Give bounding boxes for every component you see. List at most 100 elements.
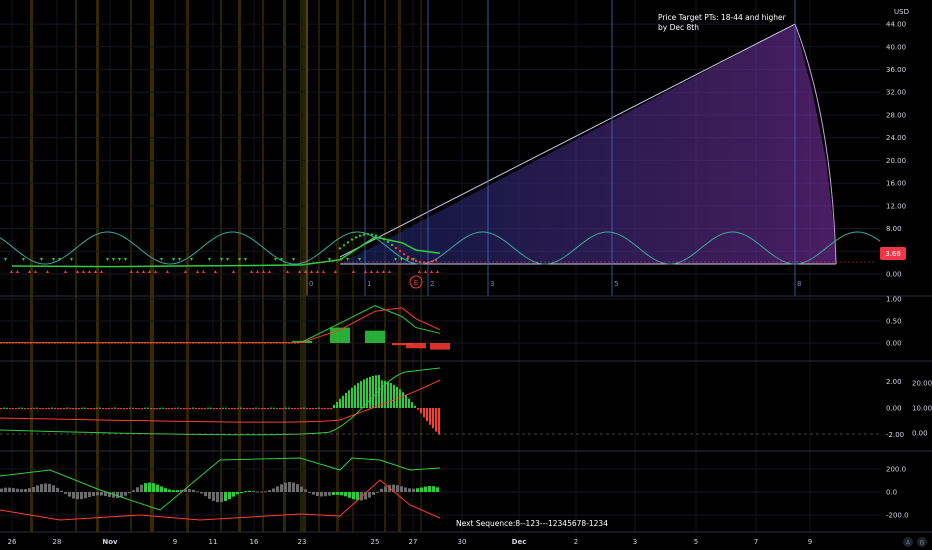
sequence-histogram-bar [324, 492, 327, 497]
sequence-histogram-bar [280, 484, 283, 492]
momentum-histogram-bar [324, 408, 326, 410]
time-tick-label: Nov [102, 538, 118, 546]
momentum-histogram-bar [291, 408, 293, 410]
momentum-histogram-bar [321, 407, 323, 410]
sequence-histogram-bar [256, 491, 259, 493]
momentum-histogram-bar [330, 408, 332, 410]
signal-marker [434, 258, 438, 262]
sequence-histogram-bar [208, 492, 211, 499]
signal-marker [398, 249, 402, 253]
momentum-histogram-bar [204, 408, 206, 410]
sequence-histogram-bar [24, 489, 27, 492]
momentum-histogram-bar [288, 407, 290, 409]
momentum-histogram-bar [108, 408, 110, 410]
momentum-histogram-bar [156, 408, 158, 410]
signal-marker [406, 255, 410, 259]
sequence-histogram-bar [340, 492, 343, 496]
chart-canvas[interactable]: 012358 E Price Target PTs: 18-44 and hig… [0, 0, 932, 550]
momentum-histogram-bar [363, 379, 365, 408]
price-tick-label: 8.00 [886, 225, 902, 233]
momentum-histogram-bar [63, 407, 65, 410]
sequence-histogram-bar [264, 491, 267, 493]
sequence-histogram-bar [384, 486, 387, 492]
momentum-histogram-bar [21, 407, 23, 409]
momentum-histogram-bar [123, 408, 125, 410]
momentum-histogram-bar [114, 407, 116, 409]
momentum-histogram-bar [90, 408, 92, 410]
sequence-histogram-bar [124, 492, 127, 496]
momentum-histogram-bar [273, 407, 275, 409]
price-tick-label: 16.00 [886, 180, 906, 188]
momentum-histogram-bar [318, 407, 320, 409]
cycle-label: 0 [309, 280, 313, 288]
momentum-histogram-bar [243, 407, 245, 410]
momentum-right-tick-label: 10.00 [912, 405, 932, 413]
momentum-histogram-bar [258, 407, 260, 410]
sequence-histogram-bar [304, 489, 307, 492]
momentum-histogram-bar [351, 387, 353, 408]
momentum-histogram-bar [192, 407, 194, 409]
sequence-histogram-bar [276, 486, 279, 492]
sequence-histogram-bar [96, 492, 99, 496]
time-tick-label: 2 [574, 538, 578, 546]
signal-marker [358, 234, 362, 237]
momentum-right-tick-label: 20.00 [912, 380, 932, 388]
scale-button-b[interactable]: B [917, 537, 927, 547]
momentum-tick-label: -2.00 [886, 431, 904, 439]
momentum-histogram-bar [387, 381, 389, 408]
sequence-histogram-bar [76, 492, 79, 500]
signal-marker [370, 233, 374, 236]
currency-label: USD [894, 8, 909, 16]
momentum-histogram-bar [252, 407, 254, 410]
sequence-histogram-bar [80, 492, 83, 500]
sequence-histogram-bar [308, 492, 311, 493]
momentum-histogram-bar [276, 408, 278, 410]
momentum-histogram-bar [69, 407, 71, 409]
momentum-histogram-bar [99, 407, 101, 409]
momentum-histogram-bar [300, 407, 302, 409]
momentum-histogram-bar [84, 407, 86, 409]
price-tick-label: 40.00 [886, 43, 906, 51]
price-tick-label: 0.00 [886, 271, 902, 279]
momentum-histogram-bar [285, 407, 287, 409]
momentum-histogram-bar [102, 407, 104, 410]
momentum-histogram-bar [333, 404, 335, 408]
sequence-tick-label: 200.0 [886, 466, 906, 474]
momentum-histogram-bar [417, 408, 419, 410]
momentum-histogram-bar [210, 407, 212, 409]
momentum-histogram-bar [345, 392, 347, 408]
sequence-histogram-bar [252, 490, 255, 492]
sequence-histogram-bar [260, 491, 263, 493]
momentum-histogram-bar [180, 407, 182, 410]
sequence-histogram-bar [140, 484, 143, 492]
sequence-histogram-bar [132, 490, 135, 492]
scale-button-auto[interactable]: A [903, 537, 913, 547]
sequence-histogram-bar [248, 490, 251, 492]
sequence-histogram-bar [312, 492, 315, 495]
price-target-note-line-1: Price Target PTs: 18-44 and higher [658, 13, 787, 22]
momentum-histogram-bar [432, 408, 434, 429]
signal-marker [366, 233, 370, 236]
momentum-histogram-bar [27, 408, 29, 410]
momentum-histogram-bar [75, 408, 77, 410]
signal-marker [346, 241, 350, 244]
sequence-histogram-bar [92, 492, 95, 497]
sequence-tick-label: 0.0 [886, 489, 897, 497]
signal-marker [338, 247, 342, 250]
sequence-histogram-bar [144, 483, 147, 492]
highlight-band [420, 0, 422, 532]
price-tick-label: 20.00 [886, 157, 906, 165]
momentum-histogram-bar [354, 385, 356, 408]
sequence-histogram-bar [408, 488, 411, 492]
time-tick-label: Dec [512, 538, 527, 546]
sequence-histogram-bar [164, 488, 167, 492]
momentum-histogram-bar [396, 386, 398, 408]
momentum-histogram-bar [336, 401, 338, 408]
momentum-histogram-bar [18, 407, 20, 409]
momentum-histogram-bar [393, 384, 395, 408]
sequence-histogram-bar [8, 487, 11, 492]
momentum-histogram-bar [24, 408, 26, 410]
sequence-histogram-bar [168, 489, 171, 492]
sequence-histogram-bar [412, 488, 415, 492]
momentum-histogram-bar [201, 408, 203, 410]
